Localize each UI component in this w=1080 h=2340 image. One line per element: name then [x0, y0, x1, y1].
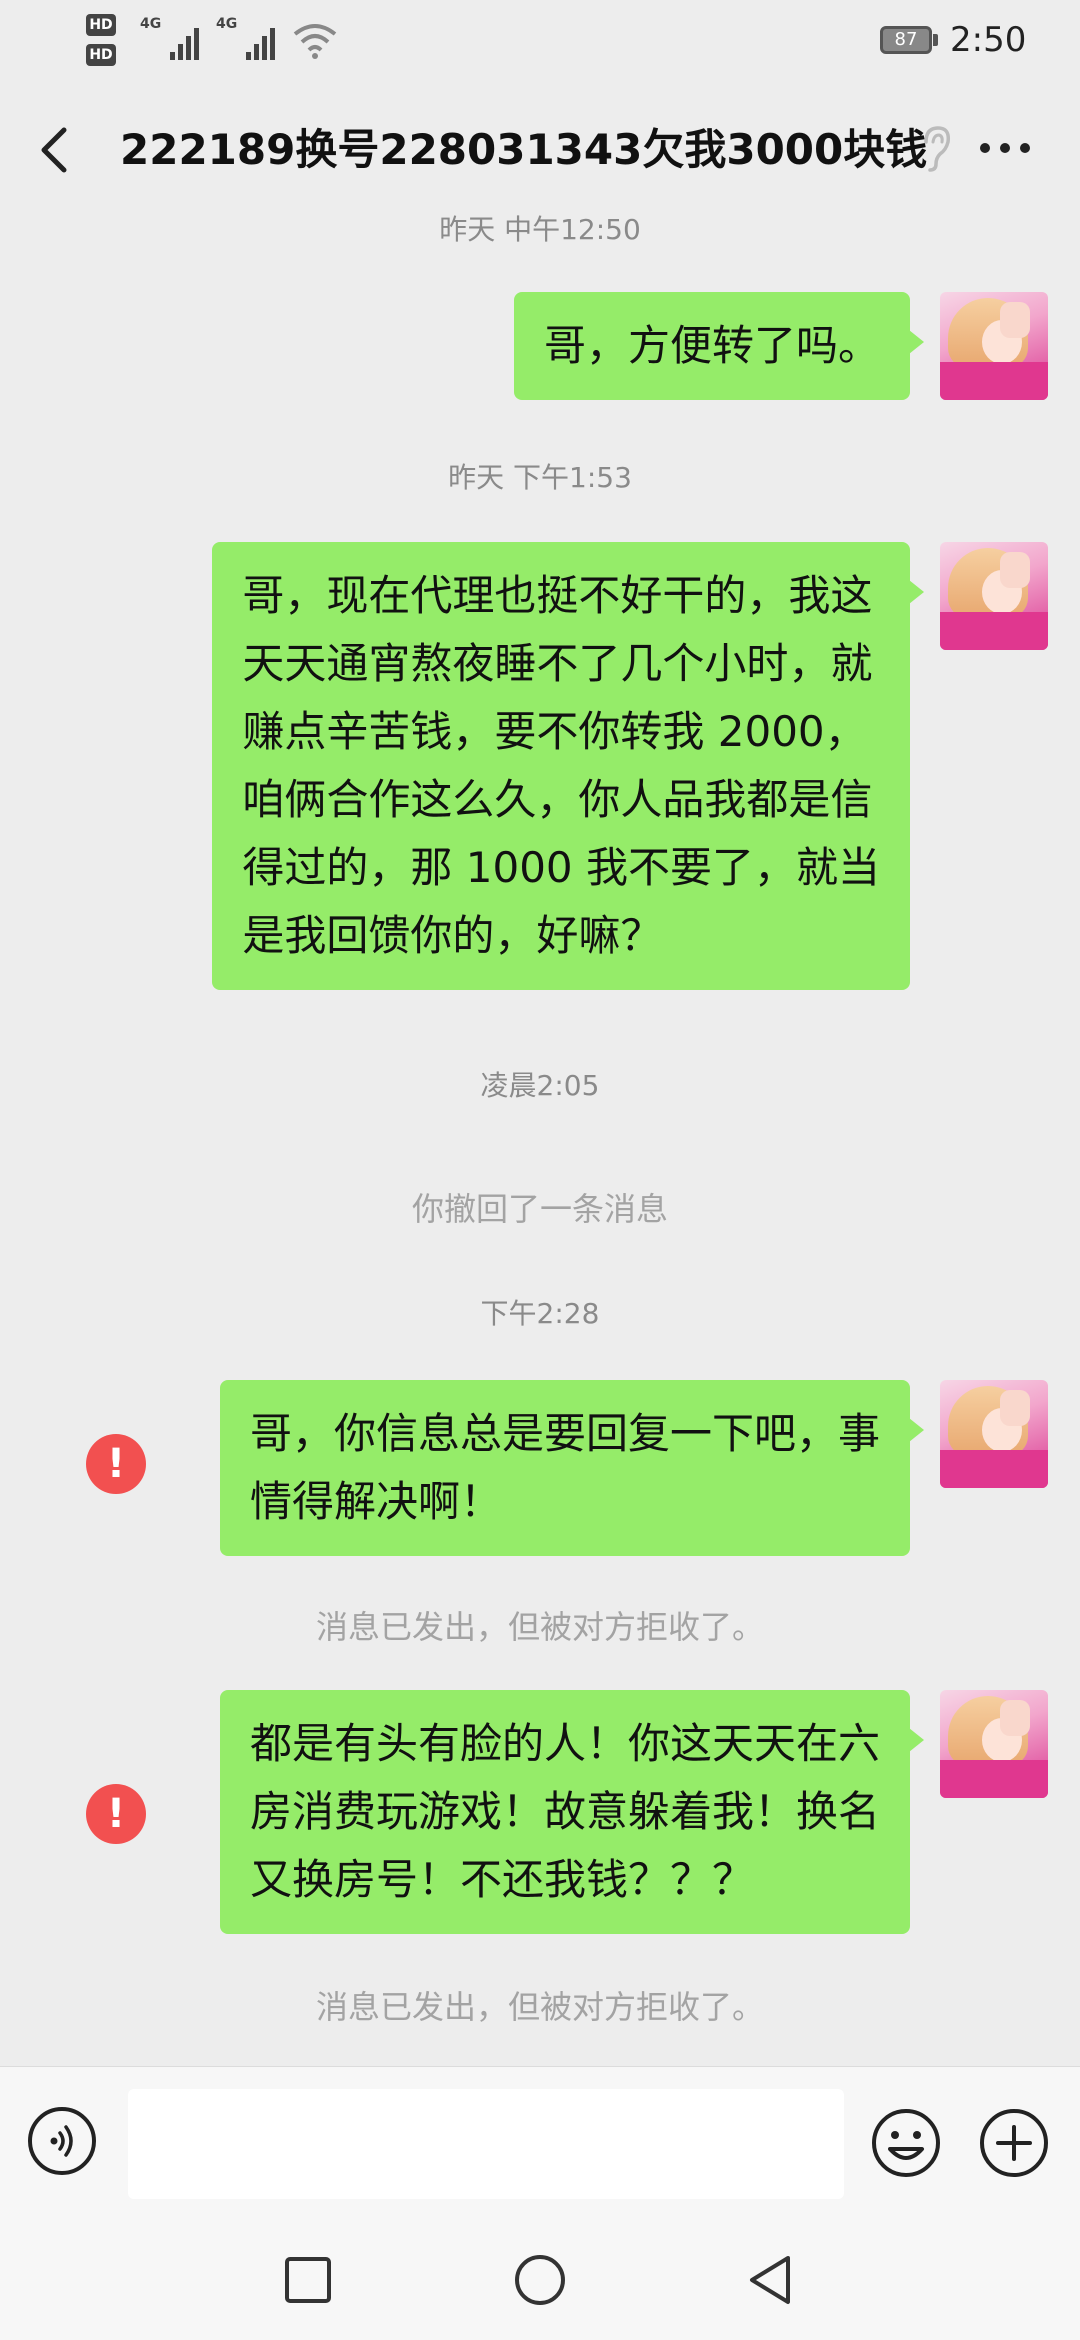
recalled-notice[interactable]: 你撤回了一条消息	[0, 1184, 1080, 1230]
circle-icon[interactable]	[510, 2250, 570, 2310]
message-input[interactable]	[128, 2089, 844, 2199]
network-type-2: 4G	[216, 16, 238, 32]
chevron-left-icon[interactable]	[30, 122, 80, 178]
voice-icon[interactable]	[28, 2107, 96, 2175]
message-bubble-2[interactable]: 哥，现在代理也挺不好干的，我这 天天通宵熬夜睡不了几个小时，就 赚点辛苦钱，要不…	[212, 542, 924, 990]
input-bar	[0, 2066, 1080, 2231]
hd2-badge: HD	[86, 44, 116, 66]
wifi-icon	[293, 24, 337, 59]
square-icon[interactable]	[278, 2250, 338, 2310]
emoji-icon[interactable]	[870, 2107, 942, 2179]
triangle-back-icon[interactable]	[742, 2250, 802, 2310]
timestamp: 下午2:28	[480, 1297, 600, 1330]
message-bubble-3[interactable]: 哥，你信息总是要回复一下吧，事 情得解决啊！	[219, 1380, 925, 1556]
chat-title: 222189换号228031343欠我3000块钱	[120, 125, 928, 174]
failed-warning-icon[interactable]: !	[86, 1784, 146, 1844]
battery-cap	[933, 34, 938, 46]
avatar[interactable]	[940, 1690, 1048, 1798]
timestamp: 昨天 中午12:50	[439, 213, 641, 246]
timestamp: 凌晨2:05	[480, 1069, 600, 1102]
message-bubble-4[interactable]: 都是有头有脸的人！你这天天在六 房消费玩游戏！故意躲着我！换名 又换房号！不还我…	[219, 1690, 925, 1934]
timestamp: 昨天 下午1:53	[448, 461, 632, 494]
avatar[interactable]	[940, 292, 1048, 400]
avatar[interactable]	[940, 1380, 1048, 1488]
network-type-1: 4G	[140, 16, 162, 32]
navigation-bar	[0, 2230, 1080, 2340]
chat-header: 222189换号228031343欠我3000块钱	[0, 100, 1080, 200]
signal-bars-2	[246, 22, 282, 60]
clock: 2:50	[950, 20, 1027, 60]
message-bubble-1[interactable]: 哥，方便转了吗。	[513, 292, 925, 400]
status-bar: HD HD 4G 4G 87 2:50	[0, 0, 1080, 80]
rejected-notice: 消息已发出，但被对方拒收了。	[315, 1988, 764, 2026]
plus-icon[interactable]	[978, 2107, 1050, 2179]
status-right: 87 2:50	[880, 18, 1050, 62]
signal-bars-1	[170, 22, 206, 60]
failed-warning-icon[interactable]: !	[86, 1434, 146, 1494]
rejected-notice: 消息已发出，但被对方拒收了。	[315, 1608, 764, 1646]
avatar[interactable]	[940, 542, 1048, 650]
battery-icon: 87	[880, 26, 932, 54]
more-dots-icon[interactable]	[975, 128, 1035, 168]
hd1-badge: HD	[86, 14, 116, 36]
ear-icon[interactable]	[918, 124, 954, 174]
